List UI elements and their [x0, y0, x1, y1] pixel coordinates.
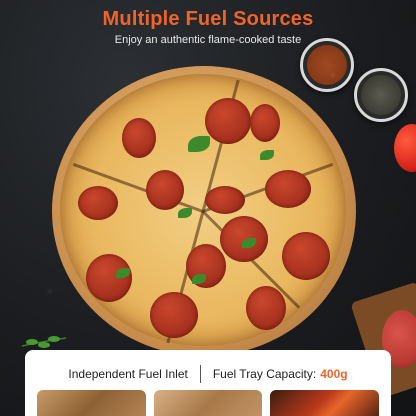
- charcoal-thumbnail: [270, 390, 380, 416]
- pepperoni-slice: [122, 118, 156, 158]
- fuel-inlet-label: Independent Fuel Inlet: [68, 367, 188, 381]
- fuel-tray-capacity-label: Fuel Tray Capacity:: [212, 367, 317, 381]
- black-pepper-spice: [361, 75, 401, 115]
- pepperoni-slice: [205, 98, 251, 144]
- spice-bowl-paprika: [300, 38, 354, 92]
- pepperoni-slice: [146, 170, 184, 210]
- basil-leaf: [188, 136, 210, 152]
- pepperoni-slice: [265, 170, 311, 208]
- pepperoni-slice: [78, 186, 118, 220]
- hero-background: Multiple Fuel Sources Enjoy an authentic…: [0, 0, 416, 416]
- paprika-spice: [307, 45, 347, 85]
- pepperoni-slice: [250, 104, 280, 142]
- basil-leaf: [178, 208, 192, 218]
- pepperoni-slice: [86, 254, 132, 302]
- spec-row: Independent Fuel Inlet Fuel Tray Capacit…: [25, 364, 391, 384]
- wood-pellets-thumbnail: [37, 390, 146, 416]
- pepperoni-slice: [246, 286, 286, 330]
- pepperoni-pizza-image: [60, 74, 346, 346]
- spice-bowl-pepper: [354, 68, 408, 122]
- fuel-tray-capacity-value: 400g: [320, 367, 348, 381]
- tomato-image: [394, 124, 416, 172]
- wood-chips-thumbnail: [153, 390, 263, 416]
- page-subtitle: Enjoy an authentic flame-cooked taste: [114, 34, 302, 46]
- page-title: Multiple Fuel Sources: [102, 8, 314, 30]
- pepperoni-slice: [205, 186, 245, 214]
- spec-divider: [199, 365, 201, 383]
- herb-sprig-icon: [21, 336, 67, 348]
- feature-panel: Independent Fuel Inlet Fuel Tray Capacit…: [25, 350, 391, 416]
- fuel-thumbnails: [37, 390, 380, 416]
- pepperoni-slice: [150, 292, 198, 338]
- pepperoni-slice: [282, 232, 330, 280]
- basil-leaf: [260, 150, 274, 160]
